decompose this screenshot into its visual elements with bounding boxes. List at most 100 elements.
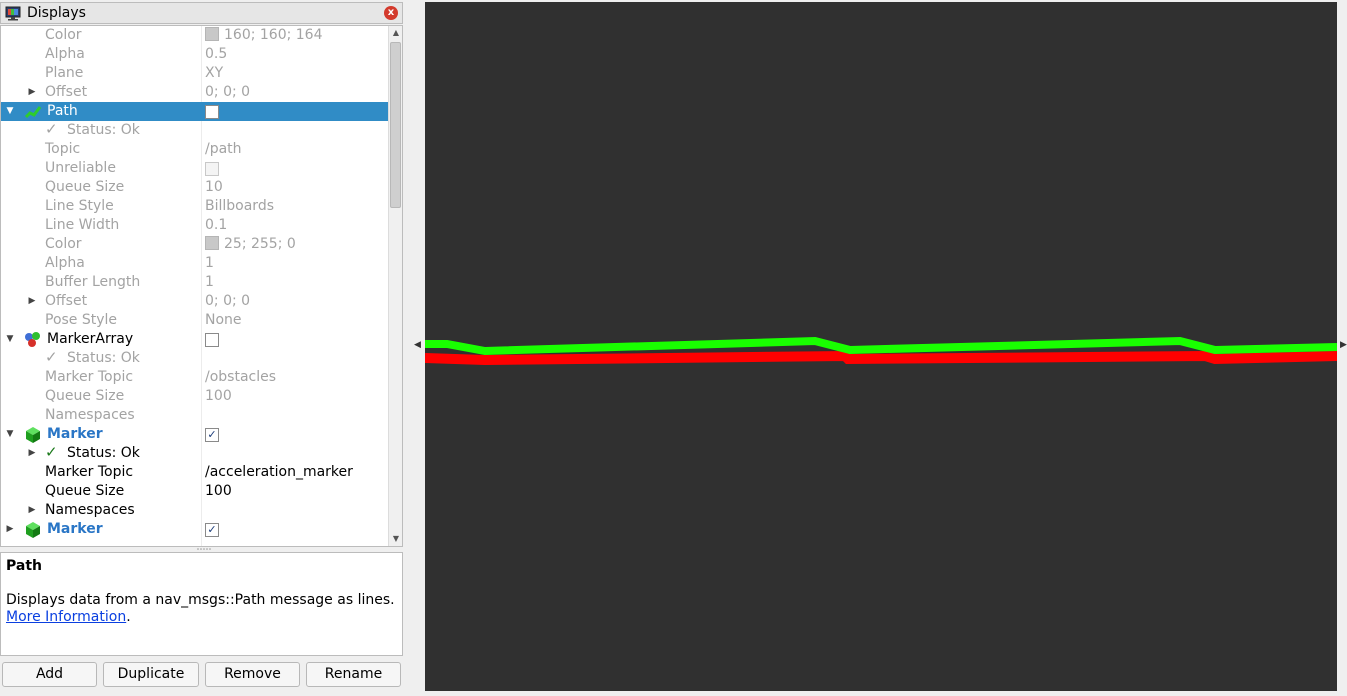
- property-row-marker-topic[interactable]: Marker Topic /obstacles: [1, 368, 388, 387]
- property-name: Line Style: [45, 198, 114, 214]
- planned-path-line: [425, 336, 1337, 356]
- render-viewport[interactable]: [425, 2, 1337, 691]
- scroll-up-arrow-icon[interactable]: ▲: [389, 26, 402, 40]
- property-value[interactable]: /acceleration_marker: [205, 463, 353, 482]
- property-name: Queue Size: [45, 179, 125, 195]
- property-name: Marker Topic: [45, 369, 134, 385]
- expand-arrow-icon[interactable]: ▶: [27, 83, 37, 102]
- property-name: Marker Topic: [45, 464, 134, 480]
- status-text: Status: Ok: [67, 445, 140, 461]
- color-swatch: [205, 236, 219, 250]
- property-value: Billboards: [205, 198, 274, 214]
- displays-tree[interactable]: Color 160; 160; 164 Alpha 0.5 Plane XY ▶…: [0, 25, 403, 547]
- display-name: MarkerArray: [47, 331, 134, 347]
- monitor-icon: [5, 6, 21, 21]
- rename-button[interactable]: Rename: [306, 662, 401, 687]
- expand-arrow-icon[interactable]: ▶: [27, 444, 37, 463]
- property-row-buffer-length[interactable]: Buffer Length 1: [1, 273, 388, 292]
- marker-2-enabled-checkbox[interactable]: ✓: [205, 523, 219, 537]
- property-name: Plane: [45, 65, 84, 81]
- property-row-grid-color[interactable]: Color 160; 160; 164: [1, 26, 388, 45]
- property-row-queue-size[interactable]: Queue Size 10: [1, 178, 388, 197]
- description-text: Displays data from a nav_msgs::Path mess…: [6, 592, 395, 625]
- scrollbar-thumb[interactable]: [390, 42, 401, 208]
- collapse-arrow-icon[interactable]: ▼: [5, 102, 15, 121]
- property-name: Line Width: [45, 217, 120, 233]
- marker-enabled-checkbox[interactable]: ✓: [205, 428, 219, 442]
- property-value: None: [205, 312, 242, 328]
- property-row-namespaces[interactable]: ▶ Namespaces: [1, 501, 388, 520]
- property-value: 0.1: [205, 217, 228, 233]
- property-value: 10: [205, 179, 223, 195]
- splitter-handle[interactable]: [196, 547, 212, 551]
- display-row-marker-2[interactable]: ▶ Marker ✓: [1, 520, 388, 539]
- property-row-offset[interactable]: ▶ Offset 0; 0; 0: [1, 292, 388, 311]
- property-value: 0; 0; 0: [205, 84, 251, 100]
- property-value: 1: [205, 255, 214, 271]
- marker-cube-icon: [26, 522, 40, 538]
- property-row-namespaces[interactable]: Namespaces: [1, 406, 388, 425]
- display-row-path[interactable]: ▼ Path: [1, 102, 388, 121]
- property-value: 160; 160; 164: [205, 26, 323, 45]
- property-value: 1: [205, 274, 214, 290]
- property-value: 0; 0; 0: [205, 293, 251, 309]
- property-value[interactable]: 100: [205, 482, 232, 501]
- property-value: /path: [205, 141, 242, 157]
- duplicate-button[interactable]: Duplicate: [103, 662, 199, 687]
- property-name: Alpha: [45, 255, 85, 271]
- path-enabled-checkbox[interactable]: [205, 105, 219, 119]
- marker-cube-icon: [26, 427, 40, 443]
- property-name: Topic: [45, 141, 81, 157]
- property-row-marker-topic[interactable]: Marker Topic /acceleration_marker: [1, 463, 388, 482]
- markerarray-display-icon: [25, 332, 40, 347]
- expand-arrow-icon[interactable]: ▶: [5, 520, 15, 539]
- property-name: Pose Style: [45, 312, 118, 328]
- property-row-unreliable[interactable]: Unreliable: [1, 159, 388, 178]
- close-icon: x: [387, 7, 395, 18]
- property-row-grid-alpha[interactable]: Alpha 0.5: [1, 45, 388, 64]
- property-row-queue-size[interactable]: Queue Size 100: [1, 387, 388, 406]
- unreliable-checkbox[interactable]: [205, 162, 219, 176]
- property-row-line-style[interactable]: Line Style Billboards: [1, 197, 388, 216]
- status-row[interactable]: ✓ Status: Ok: [1, 120, 388, 140]
- more-information-link[interactable]: More Information: [6, 609, 126, 625]
- collapse-arrow-icon[interactable]: ▼: [5, 330, 15, 349]
- property-row-alpha[interactable]: Alpha 1: [1, 254, 388, 273]
- status-ok-check-icon: ✓: [45, 348, 58, 366]
- collapse-arrow-icon[interactable]: ▼: [5, 425, 15, 444]
- property-row-color[interactable]: Color 25; 255; 0: [1, 235, 388, 254]
- property-value: 0.5: [205, 46, 228, 62]
- property-value: /obstacles: [205, 369, 277, 385]
- displays-panel: Displays x Color 160; 160; 164 Alpha 0.5…: [0, 0, 405, 696]
- property-value: XY: [205, 65, 224, 81]
- display-name: Marker: [47, 521, 103, 537]
- property-name: Offset: [45, 84, 88, 100]
- expand-arrow-icon[interactable]: ▶: [27, 292, 37, 311]
- viewport-canvas: [425, 336, 1337, 366]
- property-row-topic[interactable]: Topic /path: [1, 140, 388, 159]
- property-name: Color: [45, 27, 82, 43]
- remove-button[interactable]: Remove: [205, 662, 300, 687]
- collapse-left-arrow-icon[interactable]: ◀: [414, 340, 421, 350]
- status-row[interactable]: ✓ Status: Ok: [1, 348, 388, 368]
- property-row-grid-offset[interactable]: ▶ Offset 0; 0; 0: [1, 83, 388, 102]
- property-row-line-width[interactable]: Line Width 0.1: [1, 216, 388, 235]
- property-name: Color: [45, 236, 82, 252]
- property-value: 25; 255; 0: [205, 235, 296, 254]
- property-row-pose-style[interactable]: Pose Style None: [1, 311, 388, 330]
- property-row-grid-plane[interactable]: Plane XY: [1, 64, 388, 83]
- add-button[interactable]: Add: [2, 662, 97, 687]
- display-row-marker[interactable]: ▼ Marker ✓: [1, 425, 388, 444]
- scroll-down-arrow-icon[interactable]: ▼: [389, 532, 402, 546]
- property-row-queue-size[interactable]: Queue Size 100: [1, 482, 388, 501]
- path-display-icon: [24, 106, 42, 119]
- collapse-right-arrow-icon[interactable]: ▶: [1340, 340, 1347, 350]
- markerarray-enabled-checkbox[interactable]: [205, 333, 219, 347]
- tree-scrollbar[interactable]: ▲ ▼: [388, 26, 402, 546]
- close-panel-button[interactable]: x: [384, 6, 398, 20]
- status-row[interactable]: ▶ ✓ Status: Ok: [1, 443, 388, 463]
- status-text: Status: Ok: [67, 350, 140, 366]
- expand-arrow-icon[interactable]: ▶: [27, 501, 37, 520]
- display-row-markerarray[interactable]: ▼ MarkerArray: [1, 330, 388, 349]
- property-name: Offset: [45, 293, 88, 309]
